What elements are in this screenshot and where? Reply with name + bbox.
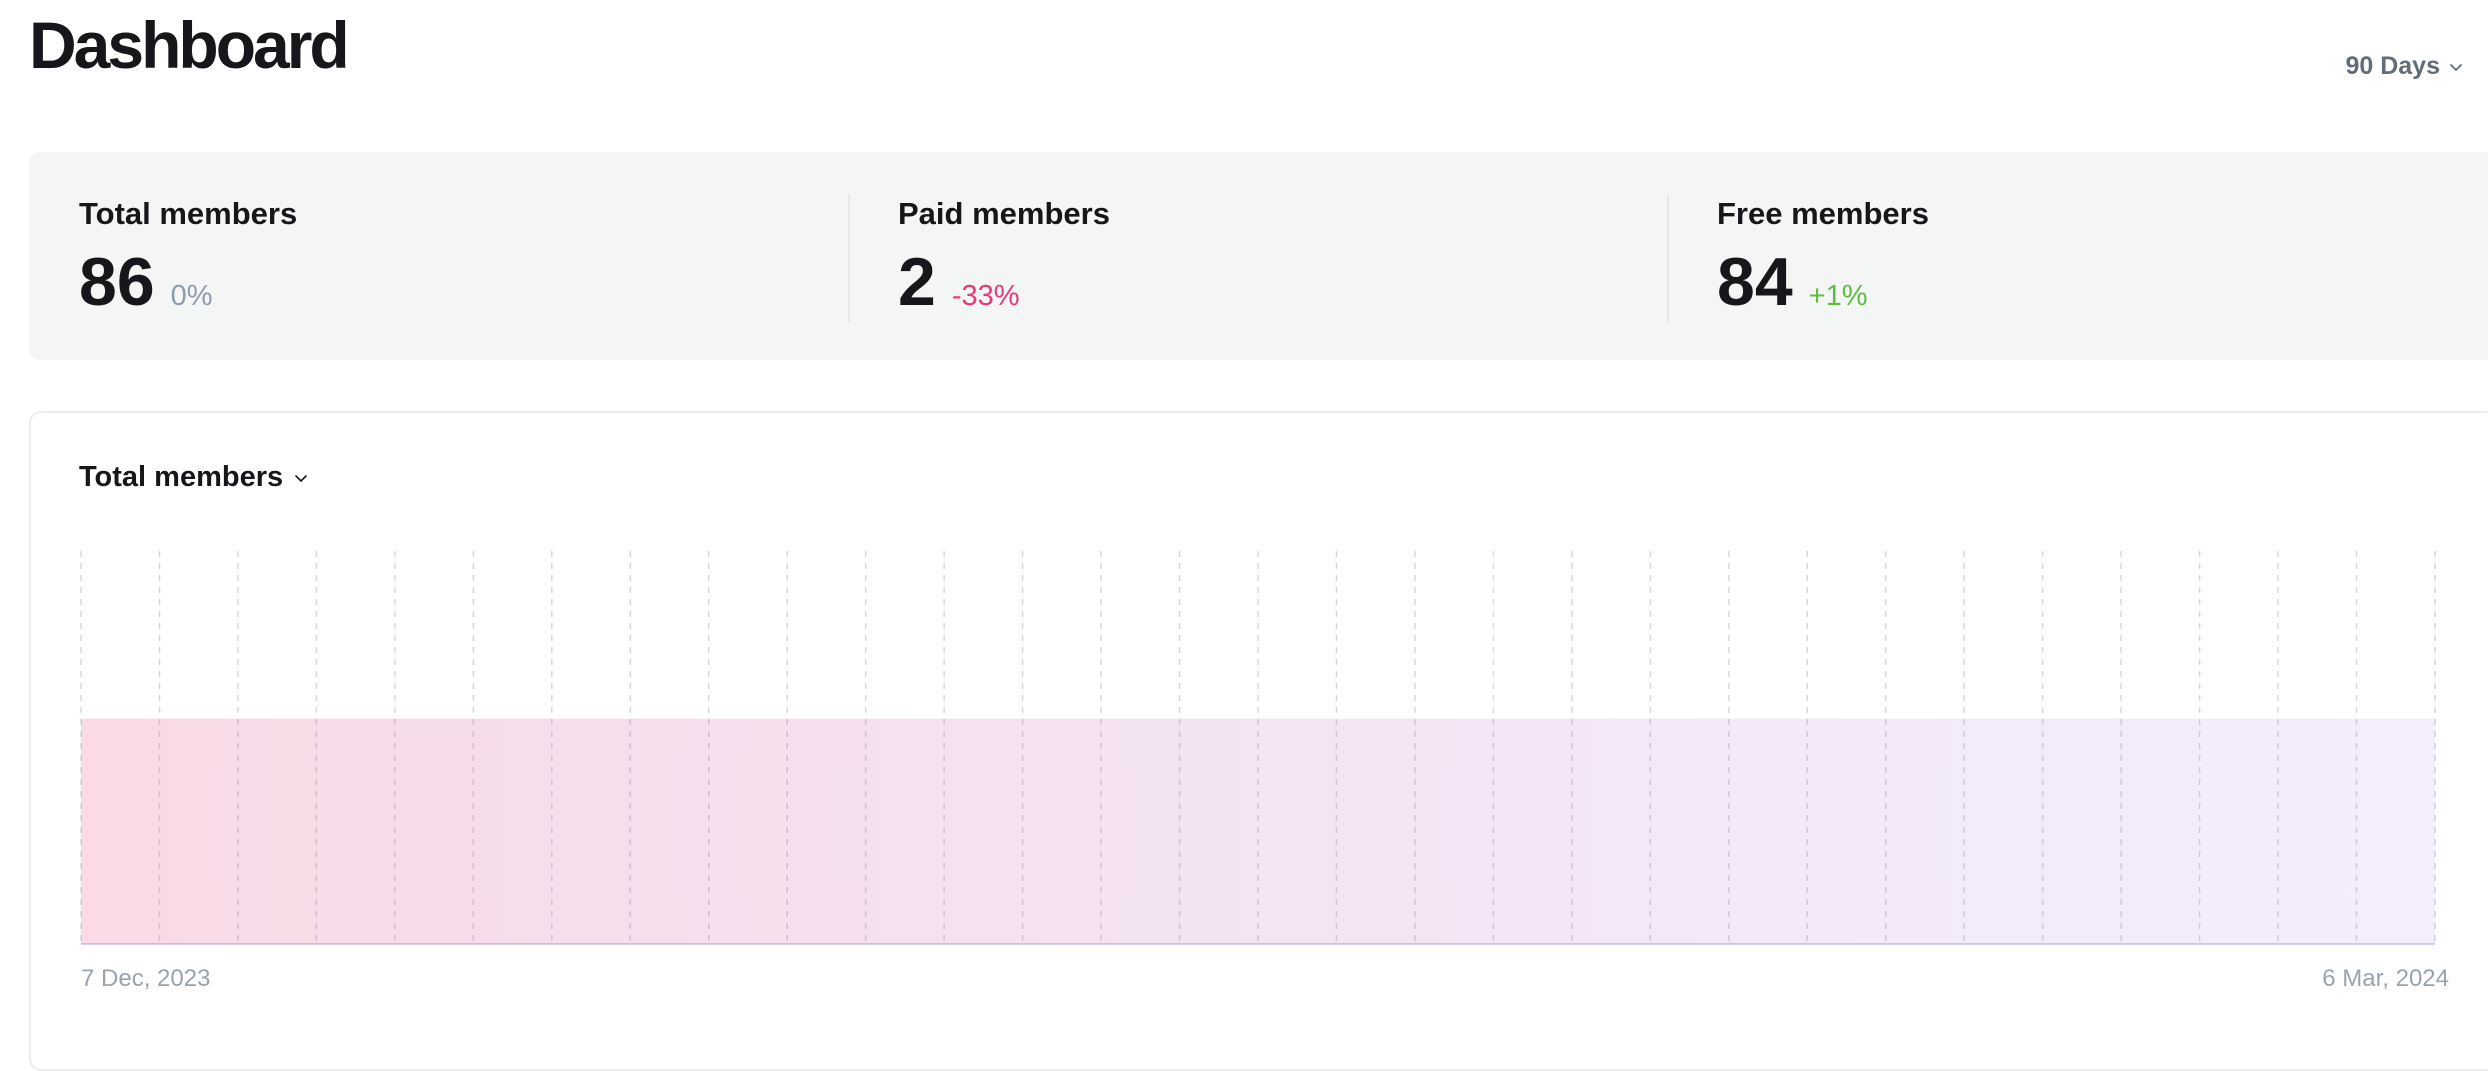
kpi-value: 86 bbox=[79, 244, 155, 320]
kpi-label: Paid members bbox=[898, 196, 1110, 231]
kpi-paid-members[interactable]: Paid members 2 -33% bbox=[848, 152, 1667, 360]
kpi-label: Total members bbox=[79, 196, 298, 231]
date-range-select[interactable]: 90 Days bbox=[2345, 52, 2464, 81]
kpi-free-members[interactable]: Free members 84 +1% bbox=[1667, 152, 2486, 360]
x-axis-start-label: 7 Dec, 2023 bbox=[81, 965, 211, 992]
x-axis-end-label: 6 Mar, 2024 bbox=[2322, 965, 2449, 992]
kpi-delta: +1% bbox=[1808, 280, 1868, 312]
chevron-down-icon bbox=[2450, 63, 2462, 71]
kpi-total-members[interactable]: Total members 86 0% bbox=[29, 152, 848, 360]
kpi-delta: 0% bbox=[170, 280, 213, 312]
kpi-value: 2 bbox=[898, 244, 936, 320]
kpi-label: Free members bbox=[1717, 196, 1929, 231]
series-area bbox=[81, 718, 2435, 944]
kpi-panel: Total members 86 0% Paid members 2 -33% … bbox=[29, 152, 2488, 360]
members-chart-card: Total members 7 Dec, 2023 6 Mar, 2024 bbox=[29, 411, 2488, 1071]
date-range-label: 90 Days bbox=[2345, 52, 2440, 80]
kpi-delta: -33% bbox=[951, 280, 1020, 312]
page-title: Dashboard bbox=[29, 8, 350, 82]
kpi-value: 84 bbox=[1717, 244, 1793, 320]
members-area-chart bbox=[80, 551, 2436, 945]
